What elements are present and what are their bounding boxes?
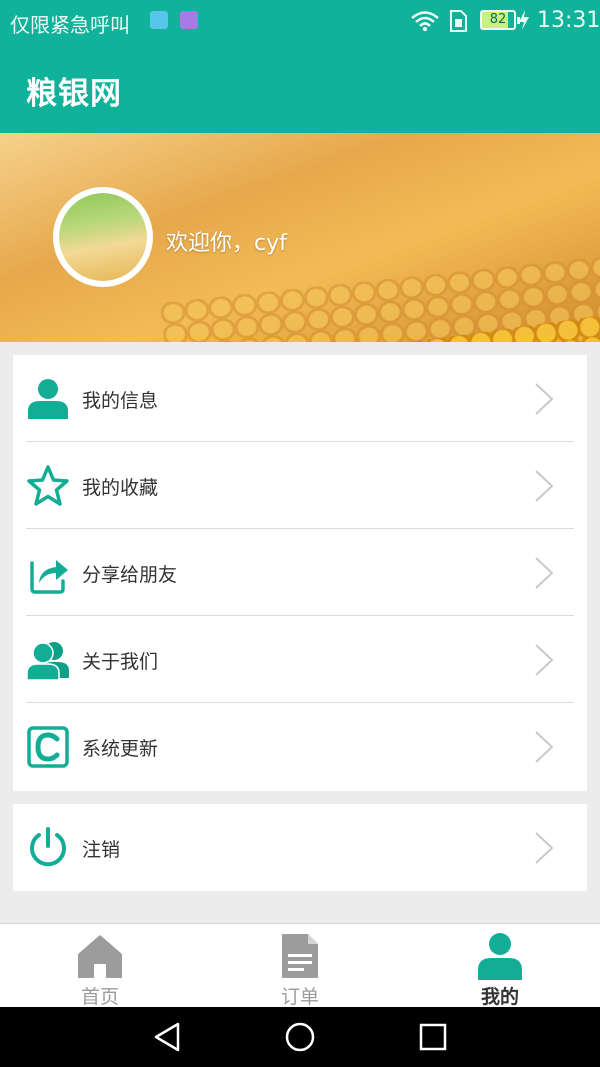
menu-item-share[interactable]: 分享给朋友 — [13, 529, 587, 616]
chevron-right-icon — [535, 383, 554, 415]
carrier-text: 仅限紧急呼叫 — [10, 13, 130, 37]
chevron-right-icon — [535, 644, 554, 676]
back-icon[interactable] — [150, 1021, 184, 1053]
chevron-right-icon — [535, 832, 554, 864]
menu-item-label: 关于我们 — [82, 651, 159, 673]
status-bar: 仅限紧急呼叫 82 13:31 — [0, 0, 600, 42]
logout-label: 注销 — [82, 839, 121, 861]
tab-label: 我的 — [480, 986, 519, 1008]
wifi-icon — [411, 11, 439, 32]
avatar[interactable] — [53, 187, 153, 287]
star-icon — [27, 465, 69, 506]
charging-icon — [519, 10, 529, 30]
logout-button[interactable]: 注销 — [13, 804, 587, 891]
document-icon — [282, 934, 318, 978]
sim-card-icon — [450, 10, 467, 32]
clock: 13:31 — [537, 8, 600, 33]
power-icon — [30, 827, 66, 867]
chevron-right-icon — [535, 557, 554, 589]
menu-card: 我的信息 我的收藏 分享给朋友 关于我们 系统更新 — [13, 355, 587, 791]
menu-item-label: 我的收藏 — [82, 477, 159, 499]
logout-card: 注销 — [13, 804, 587, 891]
image-notification-icon — [180, 11, 198, 29]
update-c-icon — [27, 726, 69, 768]
battery-indicator: 82 — [480, 10, 520, 30]
menu-item-about-us[interactable]: 关于我们 — [13, 616, 587, 703]
top-bar: 仅限紧急呼叫 82 13:31 粮银网 — [0, 0, 600, 133]
tab-orders[interactable]: 订单 — [240, 924, 360, 1008]
menu-item-my-info[interactable]: 我的信息 — [13, 355, 587, 442]
bottom-navigation: 首页 订单 我的 — [0, 923, 600, 1008]
welcome-text: 欢迎你，cyf — [166, 231, 287, 256]
tab-label: 首页 — [80, 986, 119, 1008]
menu-item-label: 分享给朋友 — [82, 564, 178, 586]
menu-item-system-update[interactable]: 系统更新 — [13, 703, 587, 790]
share-icon — [30, 560, 68, 594]
tab-home[interactable]: 首页 — [40, 924, 160, 1008]
app-title: 粮银网 — [26, 76, 122, 112]
menu-item-label: 我的信息 — [82, 390, 159, 412]
home-icon — [78, 935, 122, 978]
android-notification-icon — [150, 11, 168, 29]
tab-label: 订单 — [280, 986, 319, 1008]
chevron-right-icon — [535, 470, 554, 502]
chevron-right-icon — [535, 731, 554, 763]
recents-icon[interactable] — [417, 1021, 449, 1053]
group-icon — [26, 642, 69, 681]
tab-mine[interactable]: 我的 — [440, 924, 560, 1008]
user-icon — [28, 379, 68, 419]
profile-icon — [478, 933, 522, 980]
menu-item-favorites[interactable]: 我的收藏 — [13, 442, 587, 529]
home-circle-icon[interactable] — [283, 1021, 317, 1053]
menu-item-label: 系统更新 — [82, 738, 159, 760]
system-navigation-bar — [0, 1007, 600, 1067]
